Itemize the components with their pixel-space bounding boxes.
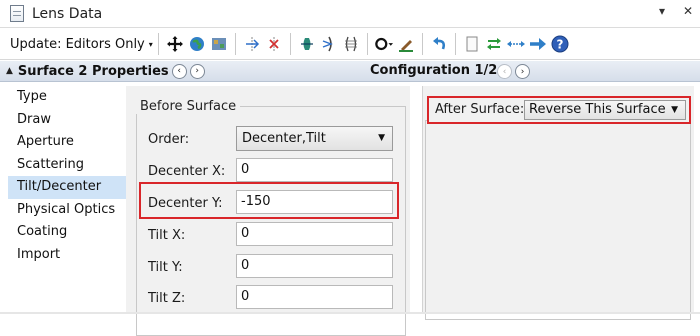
insert-surface-icon[interactable] [243,34,261,54]
decenter-y-label: Decenter Y: [148,196,223,211]
collapse-icon[interactable]: ▲ [6,66,13,76]
toolbar-separator [421,33,423,55]
nav-item-coating[interactable]: Coating [8,221,126,244]
nav-item-tilt-decenter[interactable]: Tilt/Decenter [8,176,126,199]
lens-element-icon[interactable] [298,34,316,54]
forward-arrow-icon[interactable] [529,34,547,54]
nav-item-draw[interactable]: Draw [8,109,126,132]
property-category-list: Type Draw Aperture Scattering Tilt/Decen… [8,86,126,314]
update-mode-label: Update: Editors Only [10,36,145,52]
order-select[interactable]: Decenter,Tilt ▼ [236,126,393,151]
next-configuration-button[interactable]: › [515,64,530,79]
tilt-y-field[interactable]: 0 [236,254,393,278]
nav-item-aperture[interactable]: Aperture [8,131,126,154]
nav-item-physical-optics[interactable]: Physical Optics [8,199,126,222]
tilt-z-field[interactable]: 0 [236,285,393,309]
decenter-x-field[interactable]: 0 [236,158,393,182]
chevron-down-icon: ▾ [148,39,153,49]
after-surface-value: Reverse This Surface [529,102,666,117]
close-icon[interactable]: ✕ [682,4,694,18]
chevron-down-icon: ▼ [671,105,678,115]
toolbar-separator [454,33,456,55]
order-value: Decenter,Tilt [242,131,326,146]
configuration-title: Configuration 1/2 [370,63,498,78]
decenter-y-field[interactable]: -150 [236,190,393,214]
before-surface-panel: Before Surface Order: Decenter,Tilt ▼ De… [126,86,410,336]
ring-icon[interactable] [374,34,393,54]
help-icon[interactable]: ? [551,34,569,54]
configuration-nav: ‹ › [494,64,530,79]
properties-header: ▲ Surface 2 Properties ‹ › Configuration… [0,61,700,82]
grid-lens-icon[interactable] [342,34,360,54]
next-surface-button[interactable]: › [189,63,205,79]
globe-icon[interactable] [188,34,206,54]
update-mode-dropdown[interactable]: Update: Editors Only ▾ [10,37,153,52]
order-label: Order: [148,132,190,147]
svg-text:?: ? [556,38,563,52]
double-arrow-icon[interactable] [506,34,525,54]
title-bar: Lens Data ▾ ✕ [0,0,700,28]
pin-dropdown-icon[interactable]: ▾ [656,4,668,18]
toolbar-separator [366,33,368,55]
window-controls: ▾ ✕ [656,4,694,18]
toolbar-separator [289,33,291,55]
toolbar-separator [157,33,159,55]
after-surface-highlight: After Surface: Reverse This Surface ▼ [427,96,691,124]
paint-brush-icon[interactable] [397,34,415,54]
nav-item-scattering[interactable]: Scattering [8,154,126,177]
chevron-down-icon: ▼ [378,133,385,143]
after-surface-select[interactable]: Reverse This Surface ▼ [524,100,686,120]
window-title: Lens Data [32,5,103,22]
decenter-x-label: Decenter X: [148,164,226,179]
previous-surface-button[interactable]: ‹ [171,63,187,79]
document-icon [10,5,24,22]
map-icon[interactable] [210,34,228,54]
blank-page-icon[interactable] [463,34,481,54]
surface-properties-title: Surface 2 Properties [17,63,169,79]
after-surface-label: After Surface: [435,102,525,117]
swap-arrows-icon[interactable] [485,34,503,54]
after-surface-panel: After Surface: Reverse This Surface ▼ [422,86,694,320]
after-surface-group [425,120,691,320]
arrow-lens-icon[interactable] [320,34,338,54]
tilt-x-field[interactable]: 0 [236,222,393,246]
move-crosshair-icon[interactable] [166,34,184,54]
toolbar: Update: Editors Only ▾ ? [0,29,700,60]
nav-item-import[interactable]: Import [8,244,126,267]
tilt-x-label: Tilt X: [148,228,186,243]
nav-item-type[interactable]: Type [8,86,126,109]
toolbar-separator [234,33,236,55]
tilt-z-label: Tilt Z: [148,291,186,306]
before-surface-legend: Before Surface [136,99,241,114]
tilt-y-label: Tilt Y: [148,260,183,275]
delete-surface-icon[interactable] [265,34,283,54]
previous-configuration-button[interactable]: ‹ [497,64,512,79]
undo-arrow-icon[interactable] [430,34,448,54]
